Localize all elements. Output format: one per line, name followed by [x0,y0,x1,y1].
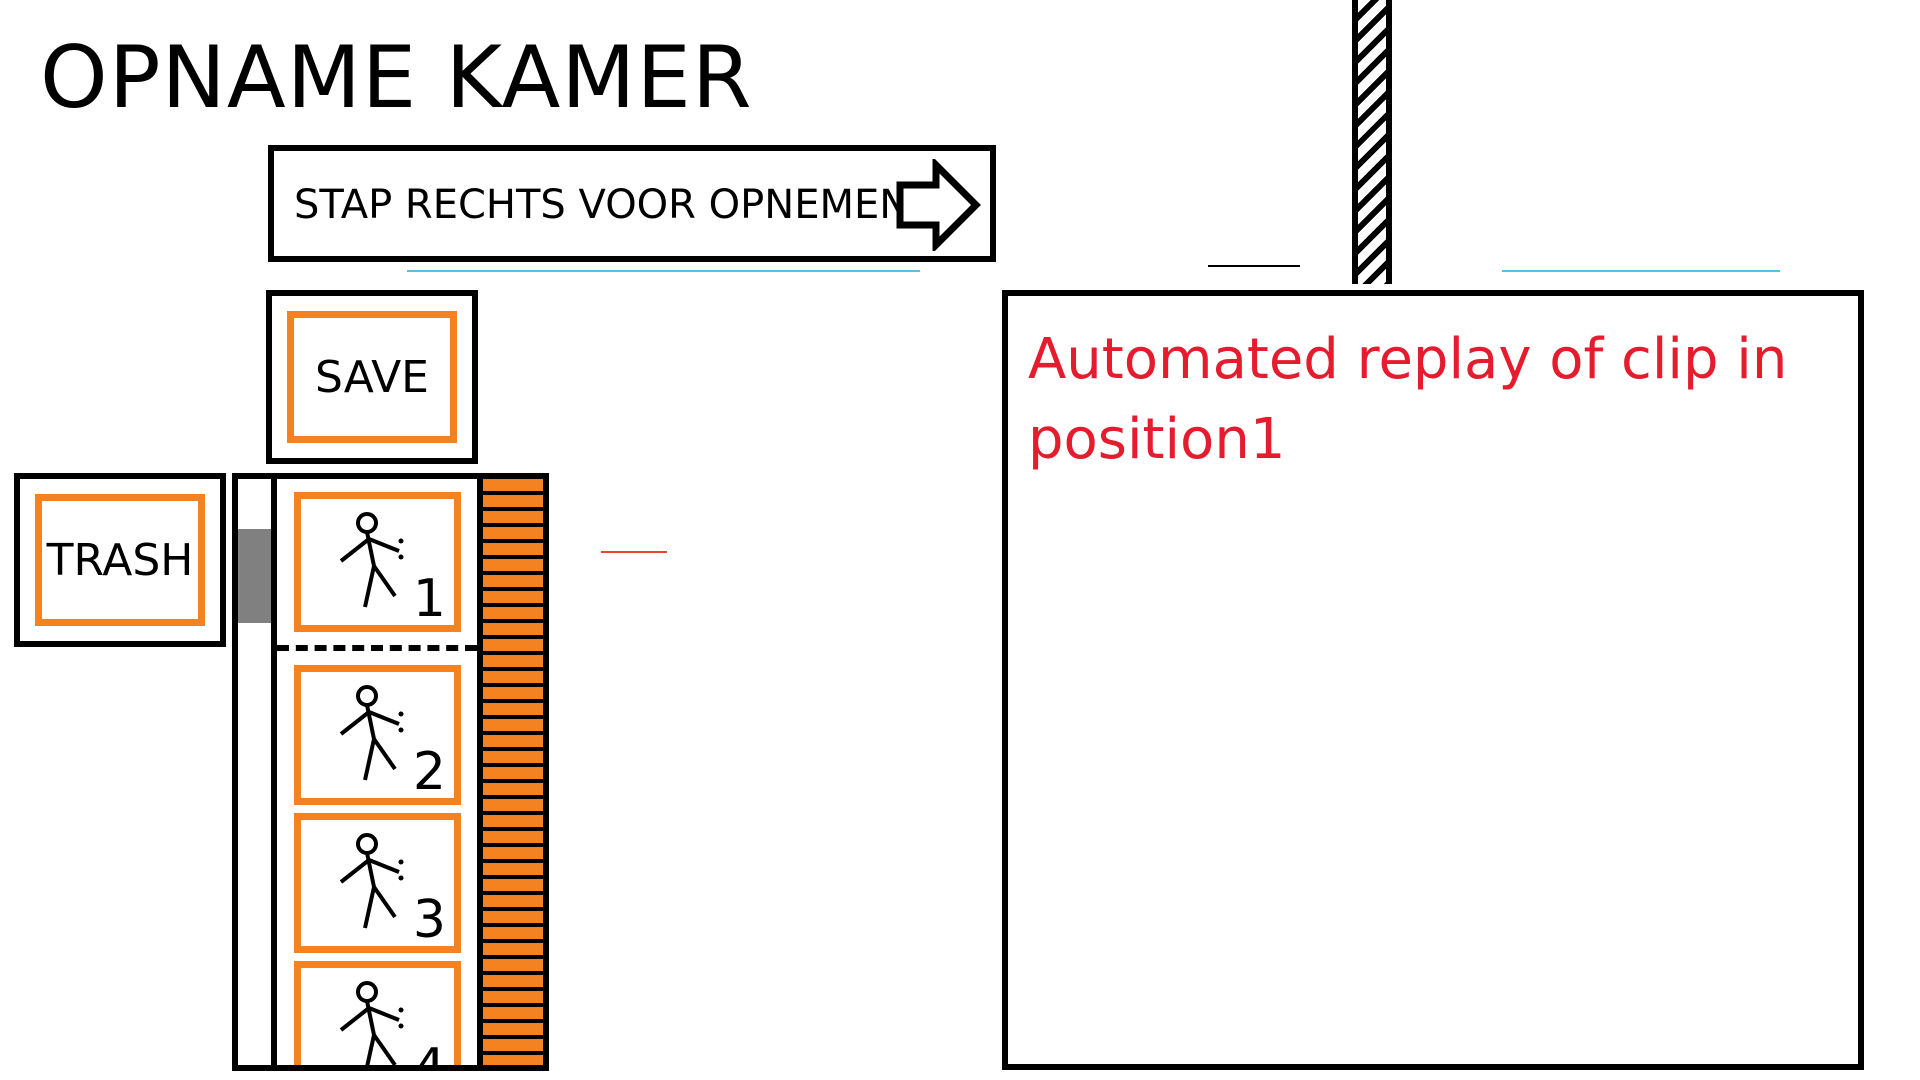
clip-item-4[interactable]: 4 [294,961,461,1071]
step-button-label: STAP RECHTS VOOR OPNEMEN [294,182,910,228]
replay-viewer: Automated replay of clip in position1 [1002,290,1864,1070]
scroll-thumb[interactable] [238,529,271,623]
stick-figure-icon [339,685,404,781]
film-sprocket-strip [483,479,543,1065]
save-button[interactable]: SAVE [266,290,478,464]
striped-pole [1352,0,1392,284]
clip-item-2[interactable]: 2 [294,665,461,805]
clip-filmstrip: 1 2 3 4 [232,473,549,1071]
page-title: OPNAME KAMER [40,28,753,128]
clip-item-3[interactable]: 3 [294,813,461,953]
trash-button-label: TRASH [35,494,205,626]
clip-number: 3 [412,890,446,950]
clip-number: 2 [412,742,446,802]
divider-line [1208,265,1300,267]
arrow-right-icon [896,159,981,251]
divider-line [407,270,920,272]
stick-figure-icon [339,512,404,608]
divider-line [601,551,667,553]
stick-figure-icon [339,981,404,1065]
divider-line [1502,270,1780,272]
step-right-to-record-button[interactable]: STAP RECHTS VOOR OPNEMEN [268,145,996,262]
save-button-label: SAVE [287,311,457,443]
drop-position-divider [277,645,477,651]
clip-number: 4 [412,1038,446,1071]
clip-item-1[interactable]: 1 [294,492,461,632]
clip-list: 1 2 3 4 [277,479,483,1065]
stick-figure-icon [339,833,404,929]
clip-scrollbar[interactable] [238,479,277,1065]
trash-button[interactable]: TRASH [14,473,226,647]
clip-number: 1 [412,569,446,629]
replay-caption: Automated replay of clip in position1 [1028,327,1788,472]
